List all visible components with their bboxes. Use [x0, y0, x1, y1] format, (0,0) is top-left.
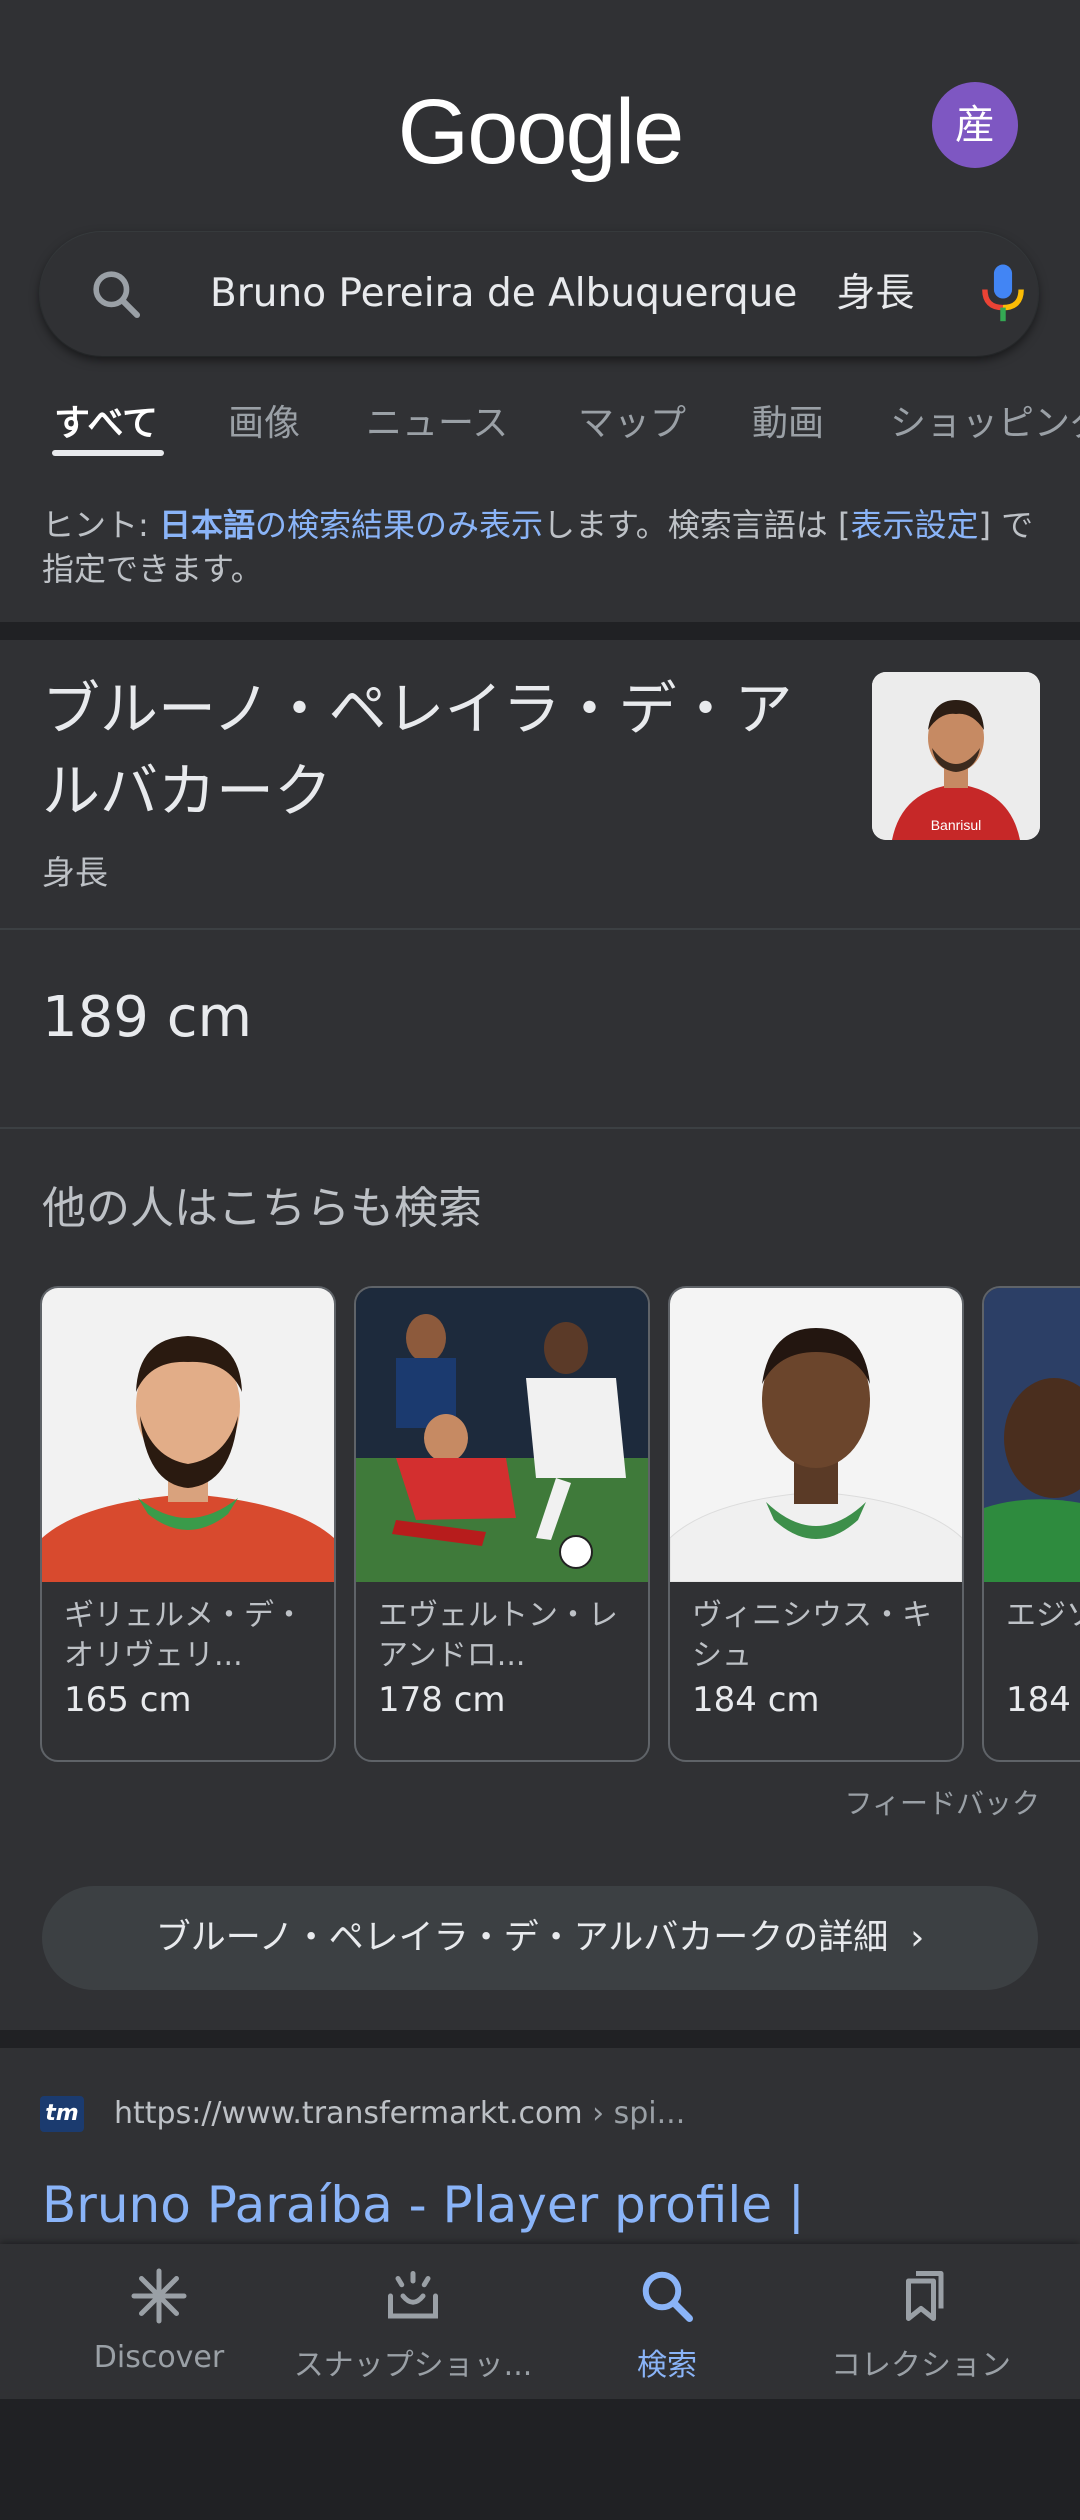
search-bar[interactable]: Bruno Pereira de Albuquerque 身長 [40, 232, 1038, 356]
related-person-height: 165 cm [64, 1680, 192, 1720]
related-person-name: エヴェルトン・レアンドロ... [378, 1598, 618, 1673]
hint-link-only-results[interactable]: の検索結果のみ表示 [255, 506, 543, 544]
related-person-card[interactable]: エジソン・キ・ケ 184 cm [982, 1286, 1080, 1762]
result-domain: https://www.transfermarkt.com [114, 2096, 583, 2131]
person-photo [984, 1288, 1080, 1582]
snapshot-icon [388, 2271, 438, 2319]
divider [0, 1127, 1080, 1129]
feedback-link[interactable]: フィードバック [845, 1782, 1040, 1822]
section-divider [0, 2030, 1080, 2048]
more-about-label: ブルーノ・ペレイラ・デ・アルバカークの詳細 [155, 1918, 889, 1958]
related-person-card[interactable]: ヴィニシウス・キシュ 184 cm [668, 1286, 964, 1762]
search-query[interactable]: Bruno Pereira de Albuquerque 身長 [210, 232, 914, 356]
nav-label: スナップショッ... [293, 2348, 533, 2383]
search-icon [93, 271, 141, 319]
tab-images[interactable]: 画像 [228, 394, 300, 446]
section-divider [0, 622, 1080, 640]
height-answer: 189 cm [42, 985, 253, 1050]
language-hint: ヒント: 日本語の検索結果のみ表示します。検索言語は [表示設定] で指定できま… [42, 503, 1052, 591]
nav-discover[interactable]: Discover [24, 2244, 294, 2399]
related-person-name: ギリェルメ・デ・オリヴェリ... [64, 1598, 304, 1673]
active-tab-indicator [52, 450, 164, 456]
related-person-card[interactable]: エヴェルトン・レアンドロ... 178 cm [354, 1286, 650, 1762]
google-logo: Google [397, 81, 685, 183]
result-url[interactable]: https://www.transfermarkt.com › spi... [114, 2096, 685, 2131]
person-photo [42, 1288, 334, 1582]
result-title-link[interactable]: Bruno Paraíba - Player profile | [42, 2176, 805, 2234]
hint-link-japanese[interactable]: 日本語 [159, 506, 255, 544]
hint-prefix: ヒント: [42, 506, 159, 544]
tab-news[interactable]: ニュース [366, 394, 508, 446]
hint-link-settings[interactable]: 表示設定 [850, 506, 978, 544]
account-avatar[interactable]: 産 [932, 82, 1018, 168]
asterisk-icon [131, 2268, 187, 2324]
nav-label: Discover [93, 2340, 225, 2375]
nav-label: コレクション [831, 2348, 1011, 2383]
related-person-height: 184 cm [1006, 1680, 1080, 1720]
nav-label: 検索 [637, 2348, 697, 2383]
chevron-right-icon: › [910, 1918, 925, 1958]
person-photo [356, 1288, 648, 1582]
player-thumbnail[interactable]: Banrisul [872, 672, 1040, 840]
page: Google 産 Bruno Pereira de Albuquerque 身長… [0, 0, 1080, 2520]
system-navigation-bar [0, 2399, 1080, 2520]
bottom-navigation: Discover スナップショッ... 検索 コレクション [0, 2244, 1080, 2399]
tab-shopping[interactable]: ショッピング [890, 394, 1080, 446]
nav-search[interactable]: 検索 [532, 2244, 802, 2399]
tab-videos[interactable]: 動画 [752, 394, 824, 446]
search-tabs: すべて 画像 ニュース マップ 動画 ショッピング [0, 380, 1080, 460]
hint-middle: します。検索言語は [ [543, 506, 851, 544]
people-also-search-title: 他の人はこちらも検索 [42, 1183, 482, 1234]
result-path: › spi... [582, 2096, 686, 2131]
related-person-name: エジソン・キ・ケ [1006, 1598, 1080, 1633]
knowledge-title: ブルーノ・ペレイラ・デ・アルバカーク [42, 675, 793, 825]
microphone-icon[interactable] [975, 260, 1031, 328]
related-person-card[interactable]: ギリェルメ・デ・オリヴェリ... 165 cm [40, 1286, 336, 1762]
tab-maps[interactable]: マップ [578, 394, 686, 446]
related-person-height: 178 cm [378, 1680, 506, 1720]
site-favicon: tm [40, 2096, 84, 2132]
nav-collections[interactable]: コレクション [786, 2244, 1056, 2399]
knowledge-subtitle: 身長 [42, 853, 108, 892]
search-icon [642, 2271, 693, 2322]
people-also-search-carousel[interactable]: ギリェルメ・デ・オリヴェリ... 165 cm エヴェルトン・レアンドロ... … [0, 1286, 1080, 1762]
collections-icon [906, 2271, 944, 2321]
nav-snapshot[interactable]: スナップショッ... [278, 2244, 548, 2399]
more-about-button[interactable]: ブルーノ・ペレイラ・デ・アルバカークの詳細 › [42, 1886, 1038, 1990]
divider [0, 928, 1080, 930]
person-photo [670, 1288, 962, 1582]
tab-all[interactable]: すべて [54, 394, 158, 446]
related-person-name: ヴィニシウス・キシュ [692, 1598, 932, 1673]
related-person-height: 184 cm [692, 1680, 820, 1720]
svg-text:Banrisul: Banrisul [931, 817, 982, 833]
